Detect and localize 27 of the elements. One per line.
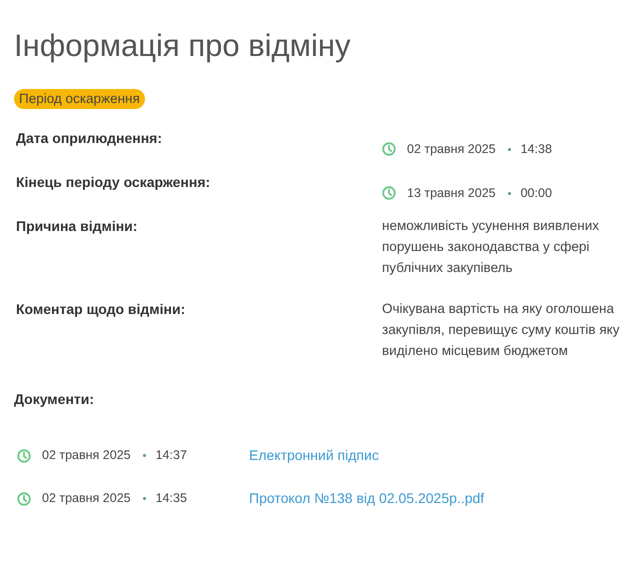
document-link[interactable]: Протокол №138 від 02.05.2025р..pdf [249, 488, 484, 509]
bullet-icon [142, 454, 146, 457]
status-badge: Період оскарження [14, 89, 145, 109]
time-text: 14:37 [156, 447, 187, 464]
clock-icon [17, 492, 31, 506]
bullet-icon [508, 192, 511, 194]
clock-icon [382, 142, 396, 156]
clock-icon [382, 186, 396, 200]
field-label: Дата оприлюднення: [16, 129, 163, 148]
field-label: Кінець періоду оскарження: [16, 173, 212, 192]
date-text: 02 травня 2025 [407, 140, 496, 158]
documents-heading: Документи: [13, 390, 94, 409]
time-text: 14:35 [156, 490, 187, 508]
bullet-icon [508, 148, 511, 150]
bullet-icon [142, 497, 146, 500]
date-text: 02 травня 2025 [42, 447, 131, 464]
field-value: Очікувана вартість на яку оголошена закупівля, перевищує суму коштів яку виділено місцевим бюджетом [382, 300, 620, 360]
time-text: 14:38 [520, 140, 552, 158]
page-title: Інформація про відміну [14, 30, 350, 61]
document-link[interactable]: Електронний підпис [249, 445, 379, 466]
date-text: 13 травня 2025 [407, 184, 496, 202]
field-label: Коментар щодо відміни: [16, 300, 186, 319]
clock-icon [17, 448, 31, 462]
field-value: неможливість усунення виявлених порушень законодавства у сфері публічних закупівель [382, 217, 600, 277]
field-label: Причина відміни: [16, 217, 138, 236]
date-text: 02 травня 2025 [42, 490, 131, 508]
time-text: 00:00 [520, 184, 552, 202]
